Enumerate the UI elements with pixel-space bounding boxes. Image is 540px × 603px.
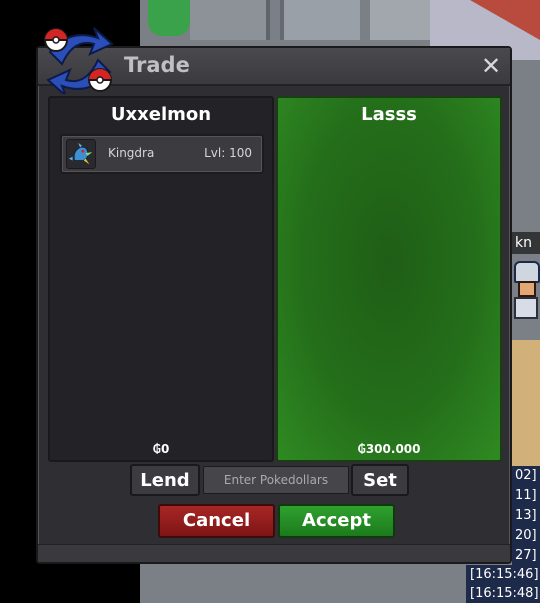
window-footer (38, 544, 510, 562)
pokemon-level: Lvl: 100 (204, 146, 252, 160)
chat-log[interactable]: 02] 11] 13] 20] 27] (512, 466, 540, 566)
chat-line: 20] (512, 526, 540, 546)
close-button[interactable]: ✕ (478, 52, 504, 80)
partner-offered-money: ₲300.000 (357, 442, 421, 456)
pokedollars-input[interactable] (203, 466, 349, 494)
partner-player-name: Lasss (361, 104, 417, 125)
kingdra-sprite-icon (66, 139, 96, 169)
sand-path (512, 340, 540, 470)
chat-timestamp: [16:15:48] (466, 584, 540, 603)
window-title: Trade (124, 53, 190, 77)
my-offer-panel[interactable]: Uxxelmon Kingdra Lvl: 100 ₲0 (48, 96, 274, 462)
npc-helmet (514, 261, 540, 283)
tree (148, 0, 190, 36)
chat-line: 02] (512, 466, 540, 486)
chat-line: 11] (512, 486, 540, 506)
title-bar[interactable]: Trade ✕ (38, 27, 510, 94)
npc-sprite[interactable] (512, 255, 540, 325)
cancel-button[interactable]: Cancel (158, 504, 275, 538)
my-offered-money: ₲0 (152, 442, 170, 456)
my-player-name: Uxxelmon (110, 104, 212, 125)
chat-timestamp: [16:15:46] (466, 565, 540, 585)
accept-button[interactable]: Accept (278, 504, 395, 538)
npc-body (514, 297, 538, 319)
lend-button[interactable]: Lend (130, 464, 200, 496)
set-money-button[interactable]: Set (351, 464, 409, 496)
partner-offer-panel: Lasss ₲300.000 (276, 96, 502, 462)
building-wall (280, 0, 360, 40)
chat-line: 27] (512, 546, 540, 566)
npc-face (518, 281, 536, 297)
trade-window: Trade ✕ Uxxelmon Kingdra Lvl: 100 ₲0 Las… (36, 27, 512, 564)
chat-line: 13] (512, 506, 540, 526)
building-wall (190, 0, 270, 40)
npc-name-tag: kn (512, 232, 540, 254)
offered-pokemon-slot[interactable]: Kingdra Lvl: 100 (60, 134, 264, 174)
trade-exchange-icon (44, 27, 114, 94)
pokemon-name: Kingdra (108, 146, 155, 160)
